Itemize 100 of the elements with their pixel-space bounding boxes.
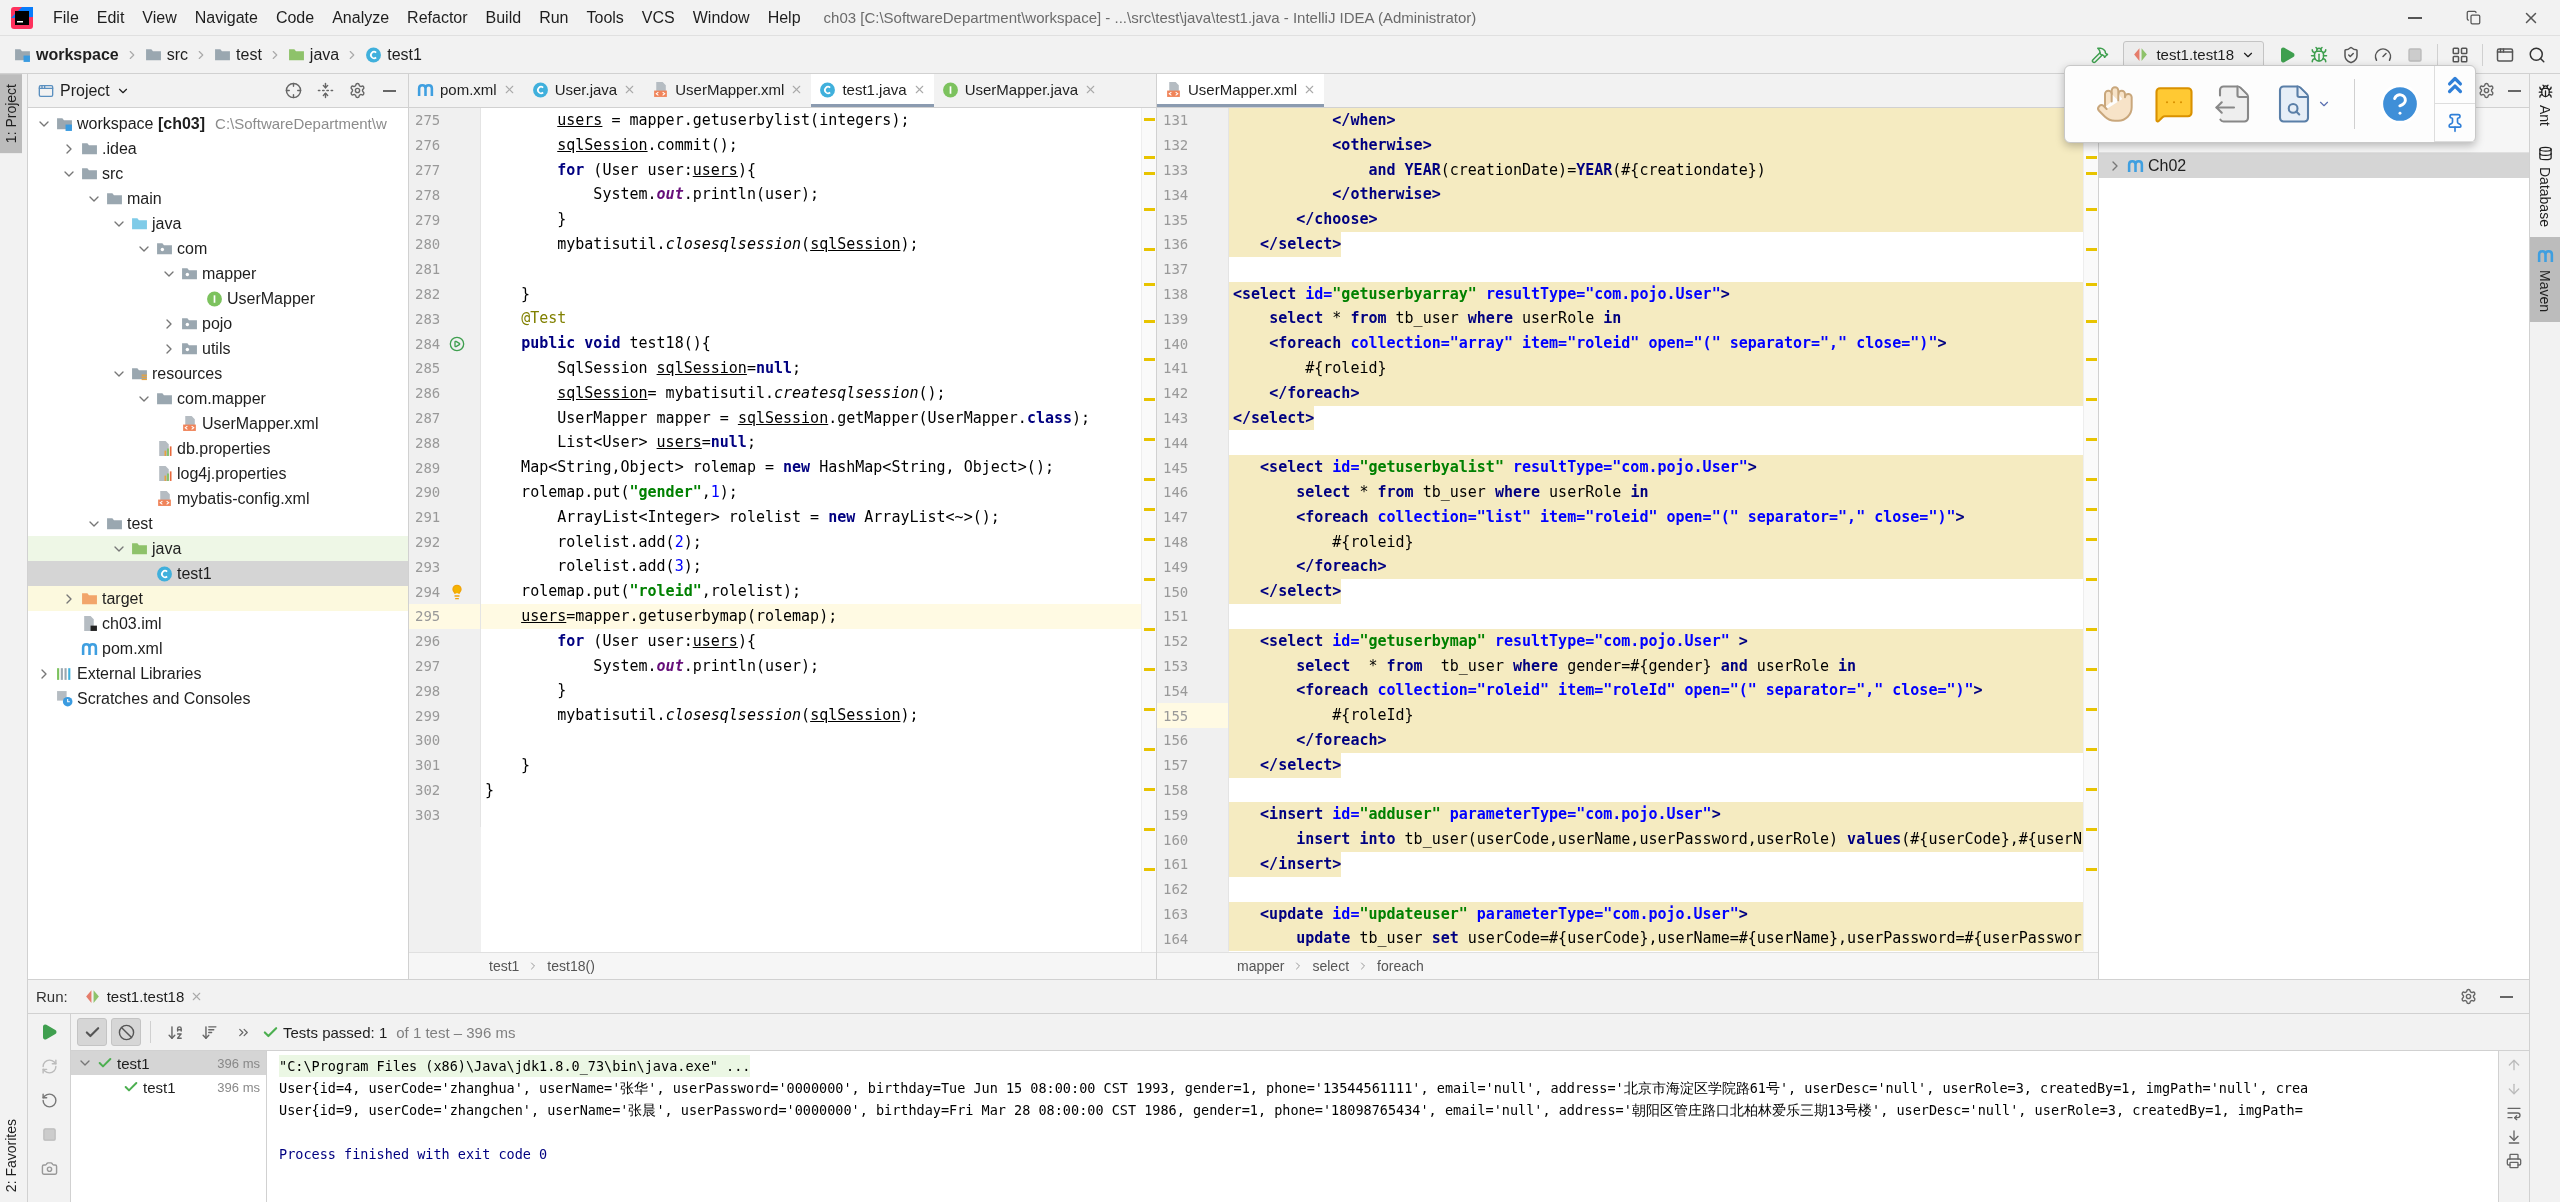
tree-item[interactable]: db.properties: [28, 436, 408, 461]
breadcrumb[interactable]: test18(): [547, 958, 595, 974]
editor-tab[interactable]: pom.xml: [409, 74, 524, 107]
editor-tab[interactable]: User.java: [523, 74, 645, 107]
breadcrumb[interactable]: test1: [361, 43, 426, 66]
tree-item[interactable]: ch03.iml: [28, 611, 408, 636]
tree-item[interactable]: mybatis-config.xml: [28, 486, 408, 511]
tool-window-tab[interactable]: Ant: [2530, 74, 2560, 136]
test-name: test1: [143, 1078, 176, 1096]
line-number: 292: [414, 533, 442, 550]
line-number: 301: [414, 757, 442, 774]
properties-file-icon: [156, 440, 173, 457]
tree-item[interactable]: resources: [28, 361, 408, 386]
line-number: 281: [414, 261, 442, 278]
tool-window-tab[interactable]: 1: Project: [0, 74, 22, 154]
line-number: 141: [1162, 360, 1190, 377]
scroll-to-end-icon[interactable]: [2506, 1129, 2522, 1145]
console-line: User{id=4, userCode='zhanghua', userName='张华', userPassword='0000000', birthday=Tue Jun 15 08:00:00 CST 1993, gender=1, phone='13544561111', email='null', address='北京市海淀区学院路61号', userDesc='null', userRole=3, createdBy=1, imgPath='null', crea: [279, 1079, 2310, 1098]
tree-item[interactable]: UserMapper: [28, 286, 408, 311]
editor-tab[interactable]: test1.java: [811, 74, 934, 107]
tree-item[interactable]: java: [28, 536, 408, 561]
code-line: ArrayList<Integer> rolelist = new ArrayList<~>();: [556, 506, 1001, 528]
line-number: 293: [414, 558, 442, 575]
project-view-dropdown[interactable]: Project: [32, 81, 136, 100]
menu-item[interactable]: VCS: [632, 4, 684, 31]
run-gutter-icon[interactable]: [449, 335, 465, 352]
print-icon[interactable]: [2506, 1153, 2522, 1169]
tree-label: target: [102, 589, 143, 608]
menu-item[interactable]: Refactor: [398, 4, 477, 31]
tool-window-tab[interactable]: 2: Favorites: [0, 1108, 22, 1202]
tool-window-tab[interactable]: Maven: [2530, 236, 2560, 322]
tree-item[interactable]: pom.xml: [28, 636, 408, 661]
menu-item[interactable]: Help: [758, 4, 810, 31]
tree-item[interactable]: Ch02: [2099, 153, 2531, 178]
tree-item[interactable]: pojo: [28, 311, 408, 336]
breadcrumb[interactable]: foreach: [1377, 958, 1424, 974]
code-line: }: [484, 779, 496, 801]
tree-item[interactable]: Scratches and Consoles: [28, 686, 408, 711]
test-name: test1: [117, 1054, 150, 1072]
menu-item[interactable]: Build: [476, 4, 531, 31]
module-icon: [56, 115, 73, 132]
search-icon: [2528, 45, 2546, 64]
menu-item[interactable]: View: [133, 4, 186, 31]
tree-item[interactable]: test: [28, 511, 408, 536]
soft-wrap-icon[interactable]: [2506, 1105, 2522, 1121]
line-number: 143: [1162, 409, 1190, 426]
tree-item[interactable]: target: [28, 586, 408, 611]
tree-item[interactable]: com.mapper: [28, 386, 408, 411]
line-number: 278: [414, 186, 442, 203]
app-icon[interactable]: [10, 5, 34, 30]
project-path: C:\SoftwareDepartment\w: [215, 115, 387, 132]
breadcrumb[interactable]: mapper: [1237, 958, 1285, 974]
tree-item[interactable]: workspace [ch03] C:\SoftwareDepartment\w: [28, 111, 408, 136]
line-number: 163: [1162, 905, 1190, 922]
tree-item[interactable]: utils: [28, 336, 408, 361]
breadcrumb[interactable]: workspace: [10, 43, 123, 66]
breadcrumb[interactable]: test1: [489, 958, 520, 974]
tree-label: com.mapper: [177, 389, 266, 408]
tree-item[interactable]: src: [28, 161, 408, 186]
breadcrumb[interactable]: java: [283, 43, 344, 66]
test-item[interactable]: test1 396 ms: [71, 1051, 266, 1075]
tree-item[interactable]: .idea: [28, 136, 408, 161]
tree-item[interactable]: External Libraries: [28, 661, 408, 686]
breadcrumb[interactable]: src: [140, 43, 193, 66]
editor-tab[interactable]: UserMapper.java: [933, 74, 1106, 107]
menu-item[interactable]: Navigate: [185, 4, 267, 31]
folder-icon: [81, 590, 98, 607]
tree-item[interactable]: test1: [28, 561, 408, 586]
menu-item[interactable]: Edit: [87, 4, 134, 31]
code-line: users = mapper.getuserbylist(integers);: [556, 110, 911, 131]
menu-item[interactable]: Code: [266, 4, 324, 31]
show-passed-button[interactable]: [77, 1018, 107, 1046]
run-tab[interactable]: test1.test18: [75, 984, 212, 1009]
tree-item[interactable]: main: [28, 186, 408, 211]
test-status: Tests passed: 1: [283, 1023, 388, 1041]
menu-item[interactable]: File: [44, 4, 88, 31]
breadcrumb[interactable]: select: [1312, 958, 1350, 974]
tree-item[interactable]: log4j.properties: [28, 461, 408, 486]
tree-item[interactable]: UserMapper.xml: [28, 411, 408, 436]
tree-label: test: [127, 514, 153, 533]
editor-tab[interactable]: UserMapper.xml: [1157, 74, 1325, 107]
hand-button[interactable]: [2095, 84, 2135, 124]
tree-item[interactable]: com: [28, 236, 408, 261]
folder-icon: [106, 515, 123, 532]
settings-icon: [2459, 988, 2477, 1005]
line-number: 277: [414, 162, 442, 178]
menu-item[interactable]: Run: [530, 4, 578, 31]
code-line: rolemap.put("roleid",rolelist);: [520, 581, 803, 603]
test-item[interactable]: test1 396 ms: [71, 1075, 266, 1099]
tree-item[interactable]: mapper: [28, 261, 408, 286]
show-ignored-button[interactable]: [111, 1018, 141, 1046]
tree-item[interactable]: java: [28, 211, 408, 236]
breadcrumb[interactable]: test: [210, 43, 266, 66]
menu-item[interactable]: Window: [683, 4, 759, 31]
editor-tab[interactable]: UserMapper.xml: [644, 74, 812, 107]
tool-window-tab[interactable]: Database: [2530, 136, 2560, 237]
menu-item[interactable]: Tools: [577, 4, 633, 31]
menu-item[interactable]: Analyze: [323, 4, 399, 31]
line-number: 275: [414, 112, 442, 129]
package-icon: [156, 240, 173, 257]
